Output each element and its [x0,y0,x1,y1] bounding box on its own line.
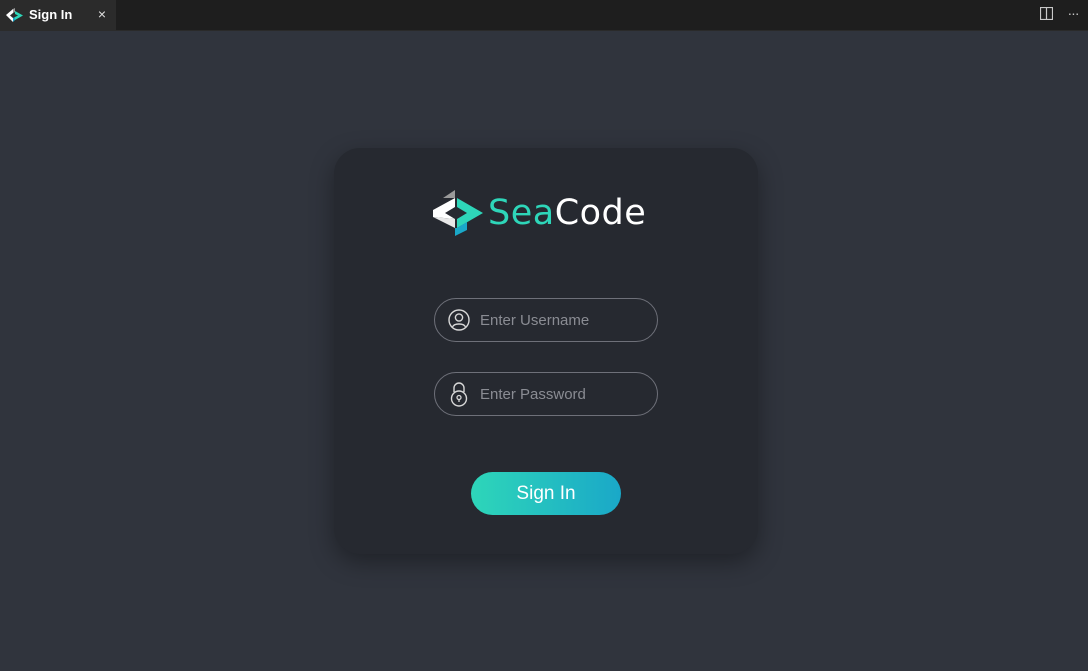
password-field[interactable] [434,372,658,416]
login-card: SeaCode Sign In [334,148,758,554]
more-actions-icon[interactable]: ··· [1064,4,1082,22]
close-icon[interactable]: × [95,7,109,21]
tab-bar: Sign In × ··· [0,0,1088,31]
lock-icon [450,382,468,407]
split-editor-icon[interactable] [1040,7,1053,20]
user-icon [448,309,470,331]
username-field[interactable] [434,298,658,342]
tab-title: Sign In [29,7,73,22]
seacode-logo-icon [6,8,23,22]
password-input[interactable] [480,373,650,415]
brand-logo: SeaCode [433,190,646,236]
brand-name-sea: Sea [488,193,555,233]
sign-in-button[interactable]: Sign In [471,472,621,515]
tab-sign-in[interactable]: Sign In × [0,0,116,31]
username-input[interactable] [480,299,650,341]
brand-name-code: Code [554,193,647,233]
brand-name: SeaCode [488,190,646,236]
seacode-logo-mark [433,190,483,236]
